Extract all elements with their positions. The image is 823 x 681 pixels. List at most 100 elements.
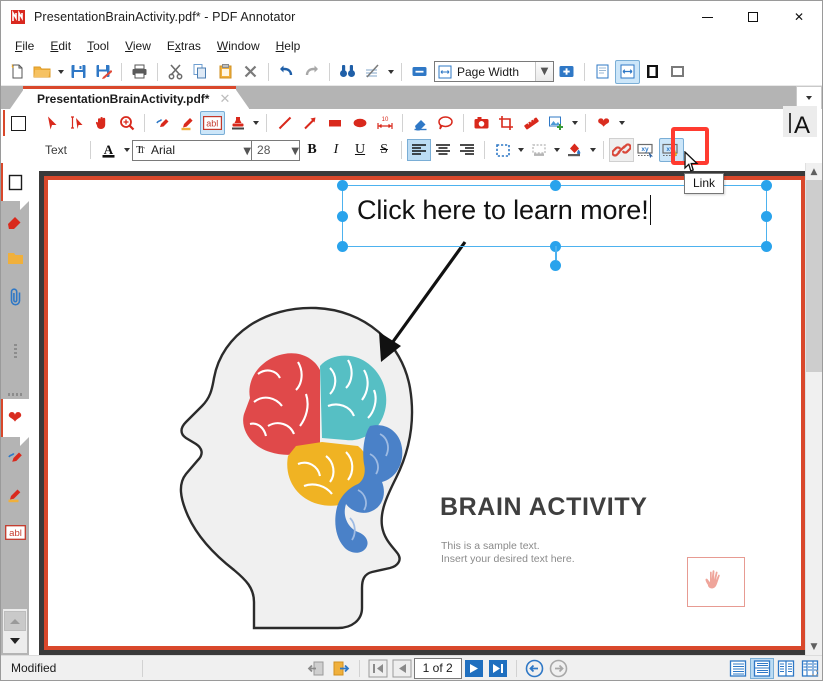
favorites-tool[interactable]: ❤ — [591, 111, 616, 135]
close-button[interactable]: ✕ — [776, 1, 822, 34]
navigate-back-button[interactable] — [523, 658, 547, 679]
font-size-dropdown-button[interactable]: ▼ — [291, 143, 299, 157]
zoom-in-button[interactable] — [554, 60, 579, 84]
pdf-page-canvas[interactable]: BRAIN ACTIVITY This is a sample text. In… — [48, 180, 801, 646]
menu-help[interactable]: Help — [268, 36, 309, 56]
resize-handle-top-center[interactable] — [550, 180, 561, 191]
font-family-dropdown-button[interactable]: ▼ — [243, 143, 251, 157]
open-dropdown-button[interactable] — [55, 60, 66, 84]
open-document-button[interactable] — [30, 60, 55, 84]
paste-button[interactable] — [213, 60, 238, 84]
pen-tool[interactable] — [150, 111, 175, 135]
sidebar-item-eraser[interactable] — [1, 201, 29, 239]
insert-image-dropdown-button[interactable] — [569, 111, 580, 135]
hand-tool[interactable] — [89, 111, 114, 135]
shadow-dropdown-button[interactable] — [551, 138, 562, 162]
zoom-out-button[interactable] — [407, 60, 432, 84]
layout-facing-button[interactable] — [774, 658, 798, 679]
resize-handle-bottom-right[interactable] — [761, 241, 772, 252]
scroll-down-button[interactable]: ▼ — [806, 638, 822, 655]
sidebar-scroll-up-button[interactable] — [4, 611, 26, 631]
shadow-style-button[interactable] — [526, 138, 551, 162]
first-page-button[interactable] — [366, 658, 390, 679]
menu-view[interactable]: View — [117, 36, 159, 56]
font-color-button[interactable]: A — [96, 138, 121, 162]
resize-grip[interactable] — [808, 666, 820, 678]
vertical-scrollbar[interactable]: ▲ ▼ — [805, 163, 822, 655]
minimize-button[interactable] — [684, 1, 730, 34]
align-right-button[interactable] — [455, 139, 479, 161]
link-button[interactable] — [609, 138, 634, 162]
zoom-dropdown-button[interactable]: ▼ — [535, 62, 553, 81]
arrow-annotation[interactable] — [343, 240, 473, 368]
ellipse-tool[interactable] — [347, 111, 372, 135]
align-left-button[interactable] — [407, 139, 431, 161]
navigate-forward-button[interactable] — [547, 658, 571, 679]
text-select-tool[interactable] — [64, 111, 89, 135]
font-family-combo[interactable]: T T Arial ▼ — [132, 140, 252, 161]
page-width-view-button[interactable] — [615, 60, 640, 84]
grid-dropdown-button[interactable] — [385, 60, 396, 84]
resize-handle-bottom-left[interactable] — [337, 241, 348, 252]
select-arrow-tool[interactable] — [39, 111, 64, 135]
menu-extras[interactable]: Extras — [159, 36, 209, 56]
font-size-combo[interactable]: 28 ▼ — [252, 140, 300, 161]
page-tool-button[interactable] — [3, 110, 31, 136]
fill-dropdown-button[interactable] — [587, 138, 598, 162]
ruler-tool[interactable] — [519, 111, 544, 135]
previous-annotation-button[interactable] — [305, 658, 329, 679]
resize-handle-middle-right[interactable] — [761, 211, 772, 222]
next-annotation-button[interactable] — [329, 658, 353, 679]
close-icon[interactable]: ✕ — [219, 92, 230, 107]
previous-page-button[interactable] — [390, 658, 414, 679]
scroll-up-button[interactable]: ▲ — [806, 163, 822, 180]
maximize-button[interactable] — [730, 1, 776, 34]
strikethrough-button[interactable]: S — [372, 139, 396, 161]
layout-single-button[interactable] — [726, 658, 750, 679]
sidebar-item-folder[interactable] — [1, 239, 29, 277]
fullscreen-view-button[interactable] — [640, 60, 665, 84]
stamp-dropdown-button[interactable] — [250, 111, 261, 135]
delete-button[interactable] — [238, 60, 263, 84]
form-field-auto-button[interactable]: xy — [659, 138, 684, 162]
bold-button[interactable]: B — [300, 139, 324, 161]
zoom-level-combo[interactable]: Page Width ▼ — [434, 61, 554, 82]
last-page-button[interactable] — [486, 658, 510, 679]
save-as-button[interactable] — [91, 60, 116, 84]
insert-image-tool[interactable] — [544, 111, 569, 135]
arrow-tool[interactable] — [297, 111, 322, 135]
resize-handle-top-left[interactable] — [337, 180, 348, 191]
underline-button[interactable]: U — [348, 139, 372, 161]
new-document-button[interactable] — [5, 60, 30, 84]
layout-continuous-button[interactable] — [750, 658, 774, 679]
next-page-button[interactable] — [462, 658, 486, 679]
undo-button[interactable] — [274, 60, 299, 84]
sidebar-scroll-down-button[interactable] — [4, 631, 26, 651]
selected-textbox[interactable]: Click here to learn more! — [342, 185, 767, 247]
grid-button[interactable] — [360, 60, 385, 84]
resize-handle-middle-left[interactable] — [337, 211, 348, 222]
form-field-button[interactable]: xy — [634, 138, 659, 162]
highlighter-tool[interactable] — [175, 111, 200, 135]
find-button[interactable] — [335, 60, 360, 84]
fill-color-button[interactable] — [562, 138, 587, 162]
sidebar-item-page[interactable] — [1, 163, 29, 201]
window-view-button[interactable] — [665, 60, 690, 84]
sidebar-grip[interactable] — [1, 315, 29, 389]
lasso-tool[interactable] — [433, 111, 458, 135]
rectangle-tool[interactable] — [322, 111, 347, 135]
document-view[interactable]: BRAIN ACTIVITY This is a sample text. In… — [29, 163, 822, 655]
save-button[interactable] — [66, 60, 91, 84]
menu-edit[interactable]: Edit — [42, 36, 79, 56]
menu-window[interactable]: Window — [209, 36, 268, 56]
resize-handle-top-right[interactable] — [761, 180, 772, 191]
menu-tool[interactable]: Tool — [79, 36, 117, 56]
document-tab-active[interactable]: PresentationBrainActivity.pdf* ✕ — [23, 86, 236, 109]
font-color-dropdown-button[interactable] — [121, 138, 132, 162]
line-tool[interactable] — [272, 111, 297, 135]
eraser-tool[interactable] — [408, 111, 433, 135]
favorites-dropdown-button[interactable] — [616, 111, 627, 135]
stamp-tool[interactable] — [225, 111, 250, 135]
snapshot-tool[interactable] — [469, 111, 494, 135]
align-center-button[interactable] — [431, 139, 455, 161]
